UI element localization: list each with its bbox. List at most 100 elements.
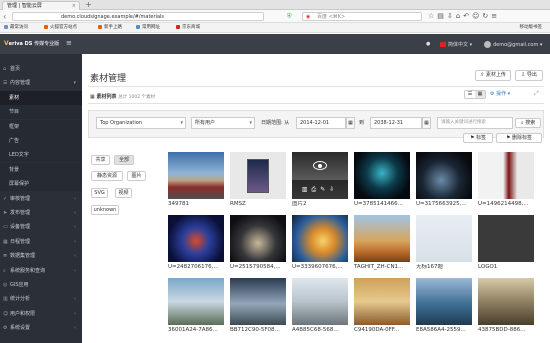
back-icon[interactable]: ‹ — [3, 11, 6, 22]
thumbnail-image[interactable] — [230, 278, 286, 325]
tag-filter[interactable]: 静态资源 — [91, 171, 123, 181]
thumbnail-image[interactable] — [168, 215, 224, 262]
sidebar-item[interactable]: ✓ 审核管理 ‹ — [0, 191, 82, 206]
reading-list-icon[interactable]: ▤ — [437, 12, 447, 20]
sidebar-item[interactable]: ▭ 设备管理 ‹ — [0, 220, 82, 235]
user-menu[interactable]: demo@gmail.com ▾ — [484, 41, 542, 48]
thumbnail-image[interactable] — [478, 215, 534, 262]
chat-icon[interactable]: ☺ — [472, 12, 482, 20]
material-thumbnail[interactable]: TAGHIT_ZH-CN1... — [354, 215, 410, 273]
date-to-input[interactable]: 2038-12-31 — [370, 117, 422, 129]
material-thumbnail[interactable]: 349781 — [168, 152, 224, 210]
sidebar-item[interactable]: 背景 — [0, 162, 82, 177]
sidebar-item[interactable]: ▥ 统计分析 ‹ — [0, 292, 82, 307]
thumbnail-image[interactable] — [292, 278, 348, 325]
material-thumbnail[interactable]: E8A586A4-2559... — [416, 278, 472, 336]
thumbnail-image[interactable] — [354, 152, 410, 199]
tag-filter-active[interactable]: 全部 — [114, 155, 134, 165]
sidebar-item[interactable]: ⌕ 系统服务和查询 ‹ — [0, 263, 82, 278]
material-thumbnail[interactable]: ▥⎙✎⇩ 图片2 — [292, 152, 348, 210]
thumbnail-image[interactable] — [168, 278, 224, 325]
sidebar-item[interactable]: 节目 — [0, 105, 82, 120]
tag-filter[interactable]: unknown — [91, 205, 119, 215]
thumbnail-image[interactable] — [354, 215, 410, 262]
tag-filter[interactable]: SVG — [91, 188, 108, 198]
browser-tab[interactable]: 管理 | 智能云屏 × — [2, 1, 80, 10]
thumbnail-image[interactable]: ▥⎙✎⇩ — [292, 152, 348, 199]
download-icon[interactable]: ⇩ — [447, 12, 456, 20]
tag-filter[interactable]: 共享 — [91, 155, 110, 165]
sidebar-item[interactable]: ☰ 内容管理 ▾ — [0, 76, 82, 91]
grid-view-icon[interactable]: ▦ — [475, 91, 485, 98]
organization-select[interactable]: Top Organization ▾ — [96, 117, 186, 129]
calendar-icon[interactable]: ▦ — [346, 117, 355, 129]
sidebar-item[interactable]: ⌂ 首页 — [0, 62, 82, 76]
export-button[interactable]: ⇩ 导出 — [515, 70, 543, 81]
thumbnail-image[interactable] — [416, 278, 472, 325]
material-thumbnail[interactable]: U=2482706176,... — [168, 215, 224, 273]
star-icon[interactable]: ☆ — [428, 12, 437, 20]
material-thumbnail[interactable]: U=1496214498,... — [478, 152, 534, 210]
bookmark-item[interactable]: 常用网址 — [136, 23, 160, 32]
menu-icon[interactable]: ≡ — [491, 12, 500, 20]
list-view-icon[interactable]: ☰ — [465, 91, 475, 98]
sync-icon[interactable]: ↻ — [482, 12, 491, 20]
browser-search-bar[interactable]: ◉ 百度 <⌘K> — [302, 12, 422, 21]
material-thumbnail[interactable]: RMSZ — [230, 152, 286, 210]
new-tab-icon[interactable]: + — [85, 0, 92, 10]
sidebar-item[interactable]: 框架 — [0, 119, 82, 134]
expand-icon[interactable]: ⤢ — [534, 90, 539, 98]
material-thumbnail[interactable]: A4B85C68-568... — [292, 278, 348, 336]
material-thumbnail[interactable]: U=3175663925,... — [416, 152, 472, 210]
tag-filter[interactable]: 视频 — [115, 188, 132, 198]
thumbnail-image[interactable] — [478, 278, 534, 325]
sidebar-item[interactable]: 广告 — [0, 134, 82, 148]
thumbnail-image[interactable] — [168, 152, 224, 199]
app-logo[interactable]: Veriva DS 传媒专业版 — [4, 40, 59, 47]
thumbnail-image[interactable] — [478, 152, 534, 199]
thumbnail-image[interactable] — [416, 152, 472, 199]
sidebar-item[interactable]: ⚙ 系统设置 ‹ — [0, 321, 82, 336]
material-thumbnail[interactable]: LOGO1 — [478, 215, 534, 273]
material-thumbnail[interactable]: U=3339607676,... — [292, 215, 348, 273]
language-selector[interactable]: 简体中文 ▾ — [440, 41, 472, 48]
material-thumbnail[interactable]: 43875BDD-886... — [478, 278, 534, 336]
sidebar-item[interactable]: 素材 — [0, 90, 82, 105]
material-thumbnail[interactable]: C94190DA-0FF... — [354, 278, 410, 336]
address-bar[interactable]: demo.cloudsignage.example/#/materials — [12, 12, 264, 21]
thumbnail-image[interactable] — [292, 215, 348, 262]
material-thumbnail[interactable]: 36001A24-7A86... — [168, 278, 224, 336]
material-thumbnail[interactable]: BB712C90-5F08... — [230, 278, 286, 336]
upload-button[interactable]: ⇪ 素材上传 — [475, 70, 511, 81]
hamburger-icon[interactable]: ≡ — [66, 39, 72, 47]
thumbnail-image[interactable] — [416, 215, 472, 262]
search-button[interactable]: ⌕ 搜索 — [515, 118, 541, 128]
notification-icon[interactable]: ● — [426, 41, 430, 47]
close-tab-icon[interactable]: × — [72, 2, 76, 10]
bookmark-item[interactable]: 新手上路 — [98, 23, 122, 32]
thumbnail-image[interactable] — [230, 215, 286, 262]
bookmark-item[interactable]: 京东商城 — [176, 23, 200, 32]
operations-dropdown[interactable]: ⚙ 操作 ▾ — [490, 90, 510, 99]
preview-eye-icon[interactable] — [313, 161, 327, 170]
thumbnail-image[interactable] — [230, 152, 286, 199]
calendar-icon[interactable]: ▦ — [422, 117, 431, 129]
keyword-search-input[interactable]: 请输入关键词进行搜索 — [437, 117, 513, 129]
tag-button[interactable]: ⚑ 标签 — [463, 133, 493, 143]
user-select[interactable]: 所有用户 ▾ — [191, 117, 255, 129]
shield-icon[interactable]: ⛨ — [287, 11, 292, 22]
thumbnail-actions[interactable]: ▥⎙✎⇩ — [292, 180, 348, 199]
sidebar-item[interactable]: LED文字 — [0, 148, 82, 163]
sidebar-item[interactable]: ◎ GIS应用 — [0, 278, 82, 292]
sidebar-item[interactable]: ▦ 日程管理 ‹ — [0, 234, 82, 249]
mobile-bookmarks[interactable]: 移动版书签 — [520, 23, 543, 32]
delete-tag-button[interactable]: ⚑ 删除标签 — [496, 133, 542, 143]
sidebar-item[interactable]: ≣ 数据集管理 ‹ — [0, 249, 82, 264]
sidebar-item[interactable]: ➤ 发布管理 ‹ — [0, 206, 82, 220]
material-thumbnail[interactable]: U=2515790584,... — [230, 215, 286, 273]
material-thumbnail[interactable]: 无标167题 — [416, 215, 472, 273]
tag-filter[interactable]: 图片 — [127, 171, 146, 181]
bookmark-item[interactable]: 最常访问 — [4, 23, 28, 32]
sidebar-item[interactable]: 屏幕保护 — [0, 177, 82, 192]
thumbnail-image[interactable] — [354, 278, 410, 325]
